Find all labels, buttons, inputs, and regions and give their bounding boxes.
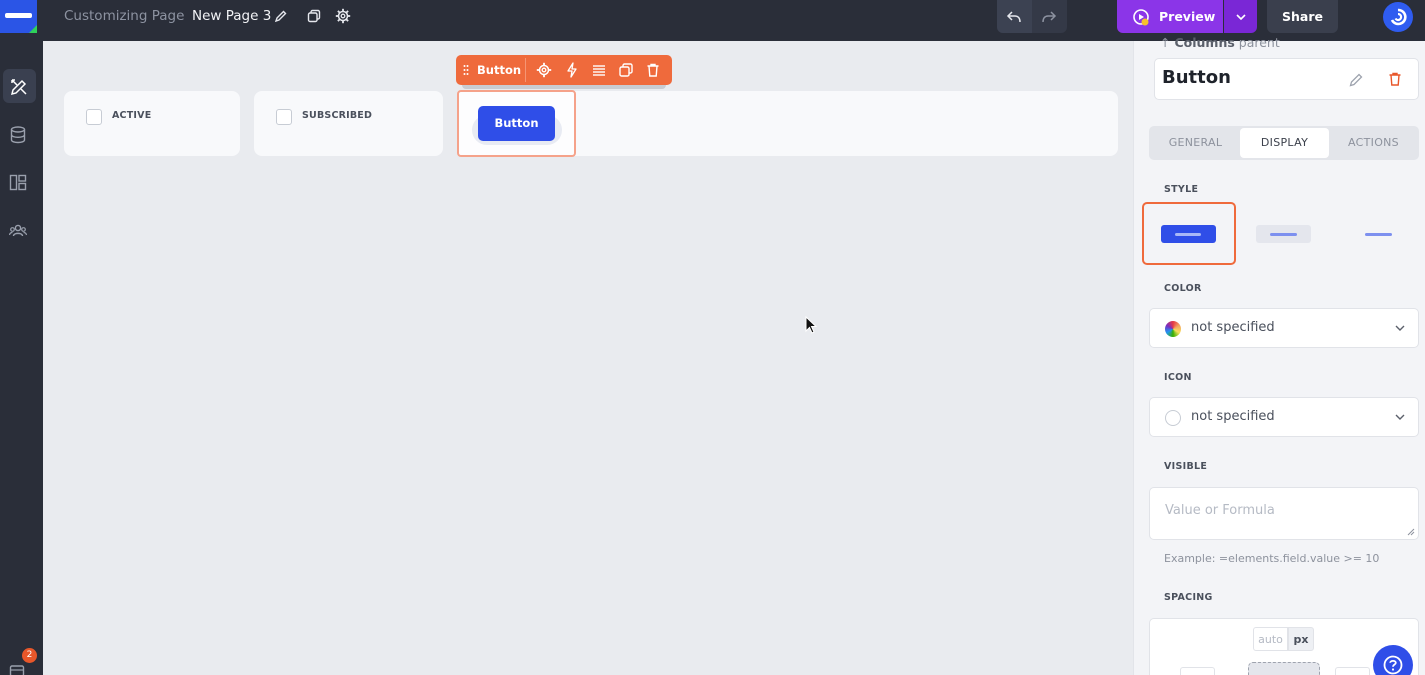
- layout-icon: [9, 174, 27, 191]
- preview-label: Preview: [1159, 9, 1216, 24]
- sidebar-item-design[interactable]: [3, 69, 36, 103]
- visible-formula-placeholder: Value or Formula: [1165, 503, 1275, 518]
- parent-arrow: ↑: [1160, 35, 1171, 50]
- checkbox-card-active[interactable]: ACTIVE: [64, 91, 240, 156]
- resize-handle-icon[interactable]: [1407, 528, 1415, 536]
- delete-trash-icon[interactable]: [1387, 71, 1403, 87]
- active-checkbox[interactable]: [86, 109, 102, 125]
- icon-section-label: ICON: [1164, 372, 1192, 383]
- sidebar-item-users[interactable]: [0, 213, 43, 247]
- inbox-icon: [9, 665, 25, 675]
- page-canvas: ACTIVE SUBSCRIBED Button Button: [43, 41, 1133, 675]
- users-icon: [9, 224, 28, 237]
- element-settings-gear-icon[interactable]: [536, 62, 552, 78]
- app-logo[interactable]: [0, 0, 37, 33]
- rename-pencil-icon[interactable]: [1348, 72, 1364, 88]
- duplicate-element-icon[interactable]: [618, 62, 634, 78]
- active-checkbox-label: ACTIVE: [112, 110, 152, 121]
- visible-section-label: VISIBLE: [1164, 461, 1208, 472]
- margin-right-input[interactable]: [1335, 667, 1370, 675]
- user-avatar[interactable]: [1383, 2, 1413, 32]
- design-tools-icon: [10, 79, 27, 96]
- margin-left-input[interactable]: [1180, 667, 1215, 675]
- tab-display[interactable]: DISPLAY: [1240, 128, 1329, 158]
- empty-icon-circle: [1165, 410, 1181, 426]
- subscribed-checkbox-label: SUBSCRIBED: [302, 110, 373, 121]
- chevron-down-icon: [1395, 414, 1405, 420]
- pencil-icon[interactable]: [274, 8, 290, 24]
- page-settings-gear-icon[interactable]: [335, 8, 351, 24]
- unit-px-toggle[interactable]: px: [1288, 627, 1314, 651]
- preview-play-icon: [1133, 9, 1149, 26]
- icon-value: not specified: [1191, 409, 1275, 424]
- checkbox-card-subscribed[interactable]: SUBSCRIBED: [254, 91, 443, 156]
- database-icon: [10, 126, 26, 144]
- color-section-label: COLOR: [1164, 283, 1202, 294]
- undo-icon: [1006, 11, 1021, 23]
- tab-general[interactable]: GENERAL: [1151, 128, 1240, 158]
- canvas-button[interactable]: Button: [478, 106, 555, 141]
- drag-handle-icon[interactable]: [463, 64, 469, 76]
- duplicate-page-icon[interactable]: [307, 8, 323, 24]
- tab-actions[interactable]: ACTIONS: [1329, 128, 1418, 158]
- page-title[interactable]: New Page 3: [192, 8, 271, 24]
- style-option-text[interactable]: [1331, 202, 1425, 265]
- color-wheel-icon: [1165, 321, 1181, 337]
- sidebar-item-layout[interactable]: [0, 165, 43, 199]
- parent-link[interactable]: ↑ Columns parent: [1160, 35, 1280, 50]
- color-select[interactable]: not specified: [1149, 308, 1419, 348]
- delete-element-icon[interactable]: [645, 62, 661, 78]
- align-text-icon[interactable]: [591, 62, 607, 78]
- notification-badge: 2: [22, 648, 37, 663]
- history-controls: [997, 0, 1067, 33]
- style-option-light[interactable]: [1237, 202, 1331, 265]
- visible-formula-input[interactable]: Value or Formula: [1149, 487, 1419, 540]
- preview-button[interactable]: Preview: [1117, 0, 1223, 33]
- element-title-box: Button: [1154, 58, 1419, 100]
- properties-panel: ↑ Columns parent Button GENERAL DISPLAY …: [1133, 35, 1425, 675]
- spacing-section-label: SPACING: [1164, 592, 1213, 603]
- style-section-label: STYLE: [1164, 184, 1199, 195]
- selected-element-frame[interactable]: Button: [457, 90, 576, 157]
- breadcrumb-customizing-page[interactable]: Customizing Page: [64, 8, 184, 24]
- element-title: Button: [1162, 67, 1231, 88]
- style-option-filled[interactable]: [1142, 202, 1236, 265]
- mouse-cursor-icon: [805, 316, 818, 334]
- left-sidebar: [0, 41, 43, 675]
- element-toolbar: Button: [456, 55, 672, 89]
- chevron-down-icon: [1395, 325, 1405, 331]
- spacing-element-preview: [1248, 662, 1320, 675]
- subscribed-checkbox[interactable]: [276, 109, 292, 125]
- parent-suffix: parent: [1238, 35, 1280, 50]
- icon-select[interactable]: not specified: [1149, 397, 1419, 437]
- redo-icon: [1042, 11, 1057, 23]
- visible-formula-hint: Example: =elements.field.value >= 10: [1164, 552, 1380, 565]
- element-toolbar-name: Button: [477, 63, 522, 77]
- share-button[interactable]: Share: [1267, 0, 1338, 33]
- panel-tabs: GENERAL DISPLAY ACTIONS: [1149, 126, 1419, 160]
- parent-name: Columns: [1174, 35, 1235, 50]
- undo-button[interactable]: [997, 0, 1032, 33]
- chevron-down-icon: [1236, 14, 1246, 21]
- unit-auto-toggle[interactable]: auto: [1253, 627, 1288, 651]
- redo-button[interactable]: [1032, 0, 1067, 33]
- preview-options-button[interactable]: [1224, 0, 1257, 33]
- lightning-actions-icon[interactable]: [564, 62, 580, 78]
- color-value: not specified: [1191, 320, 1275, 335]
- sidebar-item-database[interactable]: [0, 117, 43, 151]
- help-question-icon: [1383, 655, 1403, 675]
